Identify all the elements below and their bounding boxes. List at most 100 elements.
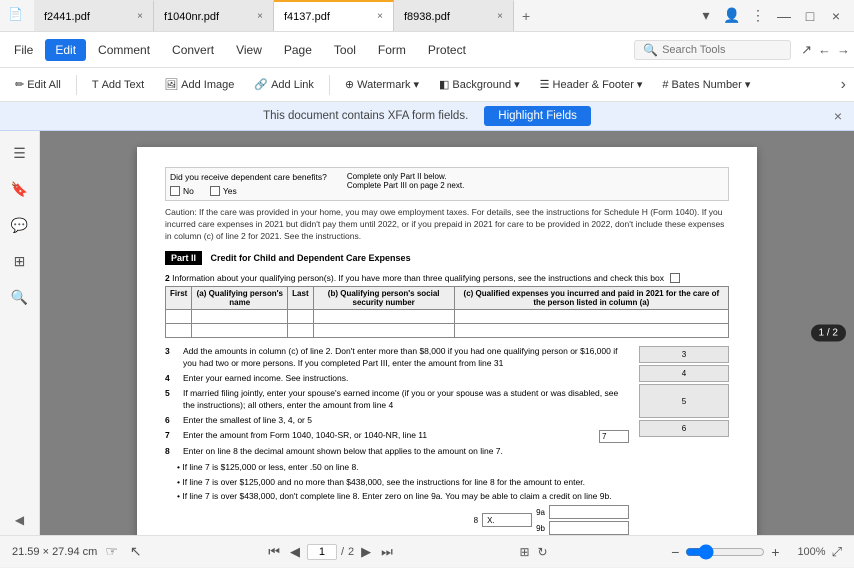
- fullscreen-icon[interactable]: ⤢: [832, 544, 842, 560]
- toolbar-separator-2: [329, 75, 330, 95]
- bates-number-button[interactable]: # Bates Number ▾: [655, 75, 757, 94]
- cell-ssn-2[interactable]: [313, 324, 454, 338]
- more-icon[interactable]: ⋮: [748, 7, 768, 24]
- tab-f2441[interactable]: f2441.pdf ×: [34, 0, 154, 31]
- prev-page-button[interactable]: ◀: [287, 544, 303, 560]
- external-link-icon[interactable]: ↗: [801, 42, 812, 58]
- no-label: No: [183, 186, 194, 196]
- current-page-input[interactable]: [307, 544, 337, 560]
- zoom-slider[interactable]: [685, 544, 765, 560]
- xfa-message: This document contains XFA form fields.: [263, 110, 468, 122]
- tab-f1040nr[interactable]: f1040nr.pdf ×: [154, 0, 274, 31]
- sidebar-collapse-button[interactable]: ◀: [15, 513, 24, 527]
- line2-checkbox[interactable]: [670, 273, 680, 283]
- back-icon[interactable]: ←: [818, 42, 831, 57]
- watermark-button[interactable]: ⊕ Watermark ▾: [338, 75, 426, 94]
- edit-all-icon: ✏: [15, 78, 24, 91]
- tab-close-f8938[interactable]: ×: [497, 11, 503, 22]
- edit-all-button[interactable]: ✏ Edit All: [8, 75, 68, 94]
- col-ssn: (b) Qualifying person's social security …: [313, 287, 454, 310]
- first-page-button[interactable]: ⏮: [265, 544, 283, 560]
- yes-label: Yes: [223, 186, 237, 196]
- header-footer-icon: ☰: [540, 78, 550, 91]
- box-5[interactable]: 5: [639, 384, 729, 418]
- toolbar-more-icon[interactable]: ›: [841, 76, 846, 94]
- line-8-input[interactable]: X.: [482, 513, 532, 527]
- highlight-fields-button[interactable]: Highlight Fields: [484, 106, 591, 126]
- zoom-in-button[interactable]: +: [771, 544, 779, 560]
- cell-last[interactable]: [288, 310, 313, 324]
- menu-view[interactable]: View: [226, 39, 272, 61]
- line-8-bullet1: • If line 7 is $125,000 or less, enter .…: [165, 461, 629, 474]
- cell-last-2[interactable]: [288, 324, 313, 338]
- bates-icon: #: [662, 79, 668, 91]
- menu-edit[interactable]: Edit: [45, 39, 86, 61]
- cell-ssn[interactable]: [313, 310, 454, 324]
- hand-tool-icon[interactable]: ☞: [105, 543, 118, 560]
- menu-file[interactable]: File: [4, 39, 43, 61]
- line-3-row: 3 Add the amounts in column (c) of line …: [165, 346, 629, 370]
- new-tab-button[interactable]: +: [514, 8, 538, 24]
- tab-f4137[interactable]: f4137.pdf ×: [274, 0, 394, 31]
- maximize-button[interactable]: □: [800, 8, 820, 24]
- minimize-button[interactable]: —: [774, 8, 794, 24]
- pdf-viewer[interactable]: Did you receive dependent care benefits?…: [40, 131, 854, 535]
- rotate-icon[interactable]: ↻: [538, 545, 548, 559]
- forward-icon[interactable]: →: [837, 42, 850, 57]
- tab-f8938[interactable]: f8938.pdf ×: [394, 0, 514, 31]
- sidebar-comment-icon[interactable]: 💬: [6, 211, 34, 239]
- bottom-bar-left: 21.59 × 27.94 cm: [12, 546, 97, 558]
- menu-tool[interactable]: Tool: [324, 39, 366, 61]
- toolbar-separator-1: [76, 75, 77, 95]
- cell-first[interactable]: [166, 310, 192, 324]
- cell-exp[interactable]: [454, 310, 728, 324]
- add-text-icon: T: [92, 79, 99, 91]
- search-tools[interactable]: 🔍: [634, 40, 791, 60]
- add-link-button[interactable]: 🔗 Add Link: [247, 75, 321, 94]
- menu-page[interactable]: Page: [274, 39, 322, 61]
- cursor-tool-icon[interactable]: ↖: [130, 543, 142, 560]
- main-area: ☰ 🔖 💬 ⊞ 🔍 ◀ Did you receive dependent ca…: [0, 131, 854, 535]
- box-6[interactable]: 6: [639, 420, 729, 437]
- no-checkbox[interactable]: [170, 186, 180, 196]
- next-page-button[interactable]: ▶: [358, 544, 374, 560]
- menu-protect[interactable]: Protect: [418, 39, 476, 61]
- line-8-bullet2: • If line 7 is over $125,000 and no more…: [165, 476, 629, 489]
- add-text-button[interactable]: T Add Text: [85, 76, 151, 94]
- right-column: 3 4 5 6: [639, 346, 729, 439]
- box-4[interactable]: 4: [639, 365, 729, 382]
- box-3[interactable]: 3: [639, 346, 729, 363]
- tab-close-f4137[interactable]: ×: [377, 11, 383, 22]
- dropdown-icon[interactable]: ▾: [696, 7, 716, 24]
- table-row: [166, 310, 729, 324]
- sidebar-bookmark-icon[interactable]: 🔖: [6, 175, 34, 203]
- search-tools-input[interactable]: [662, 44, 782, 56]
- menu-comment[interactable]: Comment: [88, 39, 160, 61]
- menu-form[interactable]: Form: [368, 39, 416, 61]
- close-button[interactable]: ×: [826, 8, 846, 24]
- line-7-input[interactable]: 7: [599, 430, 629, 443]
- zoom-out-button[interactable]: −: [671, 544, 679, 560]
- xfa-close-button[interactable]: ×: [834, 108, 842, 124]
- yes-checkbox[interactable]: [210, 186, 220, 196]
- sidebar-menu-icon[interactable]: ☰: [6, 139, 34, 167]
- line-5-row: 5 If married filing jointly, enter your …: [165, 388, 629, 412]
- line-9b-input[interactable]: [549, 521, 629, 535]
- menu-bar: File Edit Comment Convert View Page Tool…: [0, 32, 854, 68]
- sidebar-pages-icon[interactable]: ⊞: [6, 247, 34, 275]
- cell-exp-2[interactable]: [454, 324, 728, 338]
- add-image-button[interactable]: 🖼 Add Image: [157, 75, 241, 94]
- last-page-button[interactable]: ⏭: [378, 544, 396, 560]
- tab-close-f1040nr[interactable]: ×: [257, 11, 263, 22]
- menu-convert[interactable]: Convert: [162, 39, 224, 61]
- header-footer-button[interactable]: ☰ Header & Footer ▾: [533, 75, 650, 94]
- window-controls: ▾ 👤 ⋮ — □ ×: [696, 7, 846, 24]
- user-icon[interactable]: 👤: [722, 7, 742, 24]
- cell-first-2[interactable]: [166, 324, 192, 338]
- line-9a-input[interactable]: [549, 505, 629, 519]
- background-button[interactable]: ◧ Background ▾: [432, 75, 527, 94]
- pdf-page: Did you receive dependent care benefits?…: [137, 147, 757, 535]
- tab-close-f2441[interactable]: ×: [137, 11, 143, 22]
- fit-page-icon[interactable]: ⊞: [519, 545, 529, 559]
- sidebar-search-icon[interactable]: 🔍: [6, 283, 34, 311]
